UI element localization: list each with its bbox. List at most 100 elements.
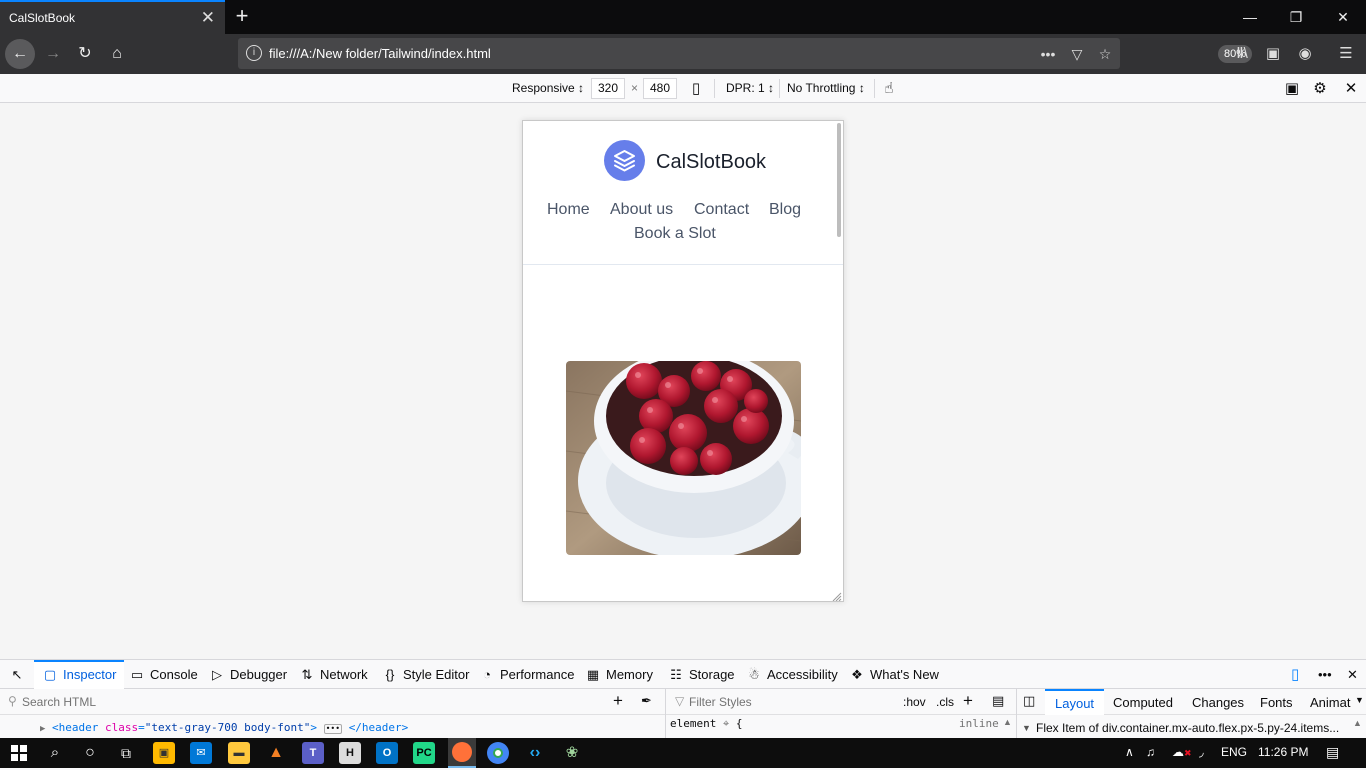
file-explorer-icon[interactable]: ▬ bbox=[228, 742, 250, 764]
home-icon[interactable]: ⌂ bbox=[102, 39, 132, 69]
tab-performance[interactable]: ◔ Performance bbox=[479, 660, 574, 689]
pocket-icon[interactable]: ▽ bbox=[1067, 44, 1087, 64]
side-tab-layout[interactable]: Layout bbox=[1045, 689, 1105, 715]
url-bar[interactable]: i file:///A:/New folder/Tailwind/index.h… bbox=[238, 38, 1253, 69]
tab-inspector[interactable]: ▢ Inspector bbox=[34, 660, 125, 689]
forward-icon[interactable]: → bbox=[38, 39, 68, 69]
touch-simulation-icon[interactable]: ☝ bbox=[879, 79, 899, 99]
tab-console[interactable]: ▭ Console bbox=[129, 660, 198, 689]
width-input[interactable]: 320 bbox=[591, 78, 625, 99]
action-center-icon[interactable]: ▤ bbox=[1326, 744, 1339, 761]
scroll-up-arrow-icon[interactable]: ▲ bbox=[1003, 717, 1012, 727]
bookmark-star-icon[interactable]: ☆ bbox=[1095, 44, 1115, 64]
brand-name[interactable]: CalSlotBook bbox=[656, 151, 766, 174]
menu-icon[interactable]: ☰ bbox=[1335, 43, 1357, 65]
language-indicator[interactable]: ENG bbox=[1221, 745, 1247, 759]
teams-icon[interactable]: T bbox=[302, 742, 324, 764]
tab-storage[interactable]: ☷ Storage bbox=[668, 660, 734, 689]
search-html-input[interactable]: Search HTML bbox=[22, 695, 96, 709]
account-icon[interactable]: ◉ bbox=[1294, 43, 1316, 65]
library-icon[interactable]: Ⅱ\ bbox=[1231, 43, 1253, 65]
cortana-icon[interactable]: ○ bbox=[79, 742, 101, 764]
add-rule-icon[interactable]: + bbox=[963, 691, 973, 711]
rotate-icon[interactable]: ▯ bbox=[686, 79, 706, 99]
volume-icon[interactable]: ♫ bbox=[1146, 745, 1155, 759]
side-tab-computed[interactable]: Computed bbox=[1113, 695, 1173, 710]
mail-icon[interactable]: ✉ bbox=[190, 742, 212, 764]
outlook-icon[interactable]: O bbox=[376, 742, 398, 764]
close-window-icon[interactable]: ✕ bbox=[1331, 6, 1355, 28]
windows-start-icon[interactable] bbox=[11, 745, 27, 764]
eyedropper-icon[interactable]: ✒ bbox=[641, 693, 652, 709]
reload-icon[interactable]: ↻ bbox=[70, 39, 100, 69]
collapsed-content-badge[interactable]: ••• bbox=[323, 724, 343, 734]
store-icon[interactable]: ▣ bbox=[153, 742, 175, 764]
collapse-arrow-icon[interactable]: ▼ bbox=[1022, 723, 1031, 733]
side-tab-animations[interactable]: Animat bbox=[1310, 695, 1350, 710]
add-node-icon[interactable]: + bbox=[613, 691, 623, 711]
vlc-icon[interactable]: ▲ bbox=[265, 742, 287, 764]
side-tab-changes[interactable]: Changes bbox=[1192, 695, 1244, 710]
tray-overflow-icon[interactable]: ∧ bbox=[1125, 745, 1134, 759]
classes-button[interactable]: .cls bbox=[936, 695, 954, 709]
tab-memory[interactable]: ▦ Memory bbox=[585, 660, 653, 689]
task-view-icon[interactable]: ⧉ bbox=[115, 742, 137, 764]
close-rdm-icon[interactable]: ✕ bbox=[1341, 79, 1361, 99]
paint-icon[interactable]: ❀ bbox=[561, 742, 583, 764]
devtools-options-icon[interactable]: ••• bbox=[1318, 660, 1332, 689]
minimize-icon[interactable]: — bbox=[1238, 6, 1262, 28]
vscode-icon[interactable]: ‹› bbox=[524, 742, 546, 764]
markup-node-header[interactable]: ▶ <header class="text-gray-700 body-font… bbox=[40, 721, 408, 734]
print-media-icon[interactable]: ▤ bbox=[992, 693, 1004, 709]
crosshair-icon[interactable]: ⌖ bbox=[723, 717, 729, 730]
back-icon[interactable]: ← bbox=[5, 39, 35, 69]
network-error-icon[interactable]: ☁✖ bbox=[1172, 745, 1192, 759]
close-tab-icon[interactable]: ✕ bbox=[201, 8, 215, 28]
hyper-icon[interactable]: H bbox=[339, 742, 361, 764]
clock[interactable]: 11:26 PM bbox=[1258, 745, 1308, 759]
chrome-icon[interactable] bbox=[487, 742, 509, 764]
device-viewport[interactable]: CalSlotBook Home About us Contact Blog B… bbox=[522, 120, 844, 602]
new-tab-button[interactable]: + bbox=[230, 3, 254, 29]
hover-states-button[interactable]: :hov bbox=[903, 695, 926, 709]
filter-styles-input[interactable]: Filter Styles bbox=[689, 695, 752, 709]
device-selector[interactable]: Responsive ↕ bbox=[512, 81, 584, 95]
expand-arrow-icon[interactable]: ▶ bbox=[40, 724, 45, 734]
wifi-icon[interactable]: ◞ bbox=[1199, 745, 1204, 759]
nav-book-a-slot[interactable]: Book a Slot bbox=[634, 225, 716, 243]
site-info-icon[interactable]: i bbox=[246, 45, 262, 61]
restore-icon[interactable]: ❐ bbox=[1284, 6, 1308, 28]
screenshot-icon[interactable]: ▣ bbox=[1282, 79, 1302, 99]
nav-about-us[interactable]: About us bbox=[610, 201, 673, 219]
firefox-icon[interactable] bbox=[448, 738, 476, 768]
page-actions-icon[interactable]: ••• bbox=[1038, 44, 1058, 64]
nav-contact[interactable]: Contact bbox=[694, 201, 749, 219]
height-input[interactable]: 480 bbox=[643, 78, 677, 99]
rdm-toggle-icon[interactable]: ▯ bbox=[1291, 660, 1299, 689]
side-tab-fonts[interactable]: Fonts bbox=[1260, 695, 1293, 710]
nav-home[interactable]: Home bbox=[547, 201, 590, 219]
scroll-up-arrow-icon[interactable]: ▲ bbox=[1353, 718, 1362, 728]
overflow-arrow-icon[interactable]: ▼ bbox=[1355, 695, 1364, 705]
url-text[interactable]: file:///A:/New folder/Tailwind/index.htm… bbox=[269, 46, 491, 61]
tab-accessibility[interactable]: ☃ Accessibility bbox=[746, 660, 838, 689]
tab-style-editor[interactable]: {} Style Editor bbox=[382, 660, 470, 689]
pycharm-icon[interactable]: PC bbox=[413, 742, 435, 764]
toggle-sidebar-icon[interactable]: ◫ bbox=[1023, 693, 1035, 709]
tab-network[interactable]: ⇅ Network bbox=[299, 660, 368, 689]
nav-blog[interactable]: Blog bbox=[769, 201, 801, 219]
search-icon[interactable]: ⌕ bbox=[44, 742, 66, 764]
layers-logo-icon[interactable] bbox=[604, 140, 645, 181]
sidebar-icon[interactable]: ▣ bbox=[1262, 43, 1284, 65]
close-devtools-icon[interactable]: ✕ bbox=[1347, 660, 1358, 689]
tab-label: Style Editor bbox=[403, 667, 470, 682]
browser-tab[interactable]: CalSlotBook ✕ bbox=[0, 0, 225, 34]
tab-debugger[interactable]: ▷ Debugger bbox=[209, 660, 287, 689]
dpr-selector[interactable]: DPR: 1 ↕ bbox=[726, 81, 774, 95]
pick-element-icon[interactable]: ↖ bbox=[8, 660, 26, 689]
tab-whats-new[interactable]: ❖ What's New bbox=[849, 660, 939, 689]
flex-item-header[interactable]: Flex Item of div.container.mx-auto.flex.… bbox=[1036, 721, 1346, 735]
settings-gear-icon[interactable]: ⚙ bbox=[1310, 79, 1330, 99]
throttling-selector[interactable]: No Throttling ↕ bbox=[787, 81, 865, 95]
resize-handle[interactable] bbox=[832, 590, 842, 601]
